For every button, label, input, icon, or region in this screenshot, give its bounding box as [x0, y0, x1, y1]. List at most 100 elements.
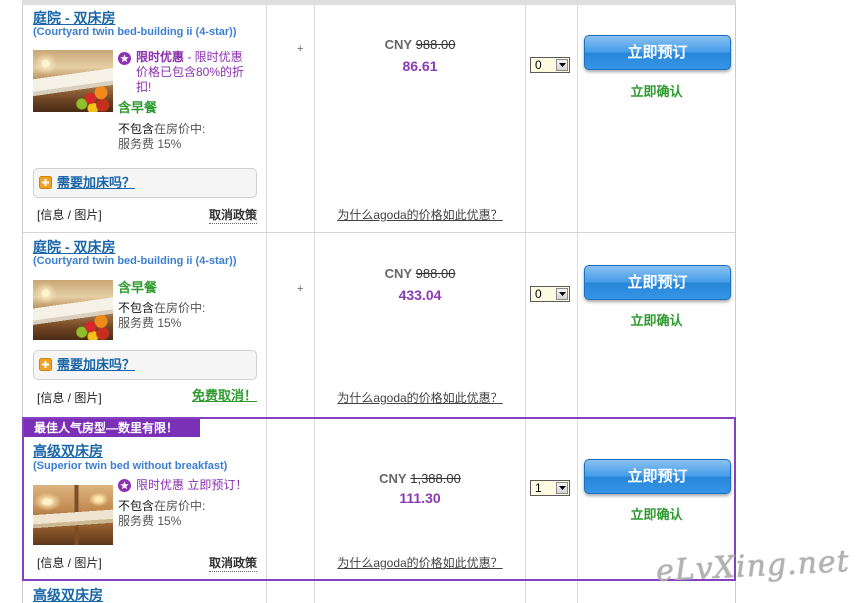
occupancy-plus: +	[297, 283, 304, 295]
promo-detail: 立即预订！	[184, 478, 248, 492]
why-cheap-link-wrap: 为什么agoda的价格如此优惠？	[315, 390, 525, 406]
why-cheap-link[interactable]: 为什么agoda的价格如此优惠？	[337, 556, 502, 570]
cancellation-policy-link[interactable]: 取消政策	[208, 207, 257, 224]
room-title-link[interactable]: 高级双床房	[33, 587, 103, 603]
original-price-value: 1,388.00	[410, 471, 461, 486]
why-cheap-link[interactable]: 为什么agoda的价格如此优惠？	[337, 391, 502, 405]
quantity-select[interactable]: 0	[530, 286, 570, 302]
quantity-value: 1	[535, 481, 542, 495]
occupancy-cell	[266, 581, 314, 603]
room-photo[interactable]	[33, 280, 113, 340]
occupancy-plus: +	[297, 43, 304, 55]
original-price: CNY 988.00	[315, 37, 525, 53]
book-now-button[interactable]: 立即预订	[584, 265, 731, 300]
excluded-label: 不包含	[118, 499, 155, 513]
room-subtitle: (Courtyard twin bed-building ii (4-star)…	[33, 26, 237, 38]
chevron-down-icon[interactable]	[556, 482, 568, 494]
promo-label: 限时优惠	[136, 50, 185, 64]
room-info-cell: 高级双床房 (Superior twin bed without breakfa…	[22, 418, 266, 581]
book-now-button[interactable]: 立即预订	[584, 35, 731, 70]
price-cell: CNY 1,388.00 111.30 为什么agoda的价格如此优惠？	[314, 418, 525, 581]
original-price-value: 988.00	[415, 266, 456, 281]
breakfast-included: 含早餐	[118, 280, 158, 295]
occupancy-cell	[266, 418, 314, 581]
room-title-link[interactable]: 庭院 - 双床房	[33, 239, 115, 255]
service-fee: 服务费 15%	[118, 137, 182, 151]
promo-text: 限时优惠 立即预订！	[136, 478, 264, 493]
plus-square-icon	[39, 358, 52, 371]
quantity-value: 0	[535, 58, 542, 72]
room-subtitle: (Courtyard twin bed-building ii (4-star)…	[33, 255, 237, 267]
room-row: 庭院 - 双床房 (Courtyard twin bed-building ii…	[22, 233, 736, 418]
room-title-link[interactable]: 高级双床房	[33, 443, 103, 459]
quantity-cell	[525, 581, 577, 603]
why-cheap-link-wrap: 为什么agoda的价格如此优惠？	[315, 555, 525, 571]
currency-label: CNY	[384, 37, 413, 52]
excluded-label: 不包含	[118, 122, 155, 136]
room-row: 高级双床房	[22, 581, 736, 603]
cancellation-policy-link[interactable]: 取消政策	[208, 555, 257, 572]
room-subtitle: (Superior twin bed without breakfast)	[33, 460, 228, 472]
excluded-label: 不包含	[118, 301, 155, 315]
chevron-down-icon[interactable]	[556, 59, 568, 71]
price-cell	[314, 581, 525, 603]
extra-bed-link[interactable]: 需要加床吗？	[57, 175, 135, 191]
extra-bed-box: 需要加床吗？	[33, 350, 257, 380]
extra-bed-box: 需要加床吗？	[33, 168, 257, 198]
star-icon	[118, 479, 131, 492]
promo-text: 限时优惠 - 限时优惠价格已包含80%的折扣!	[136, 50, 250, 95]
room-rates-page: 庭院 - 双床房 (Courtyard twin bed-building ii…	[0, 0, 862, 603]
promo-label: 限时优惠	[136, 478, 185, 492]
chevron-down-icon[interactable]	[556, 288, 568, 300]
why-cheap-link-wrap: 为什么agoda的价格如此优惠？	[315, 207, 525, 223]
excluded-text: 在房价中:	[154, 122, 206, 136]
breakfast-included: 含早餐	[118, 100, 158, 115]
booking-cell: 立即预订 立即确认	[577, 5, 736, 232]
discount-price: 111.30	[399, 490, 441, 506]
plus-square-icon	[39, 176, 52, 189]
quantity-value: 0	[535, 287, 542, 301]
info-photos-link[interactable]: [信息 / 图片]	[37, 555, 102, 571]
original-price-value: 988.00	[415, 37, 456, 52]
room-info-cell: 庭院 - 双床房 (Courtyard twin bed-building ii…	[22, 5, 266, 232]
excluded-text: 在房价中:	[154, 301, 206, 315]
instant-confirmation: 立即确认	[630, 507, 683, 522]
star-icon	[118, 52, 131, 65]
service-fee: 服务费 15%	[118, 514, 182, 528]
currency-label: CNY	[384, 266, 413, 281]
room-info-cell: 高级双床房	[22, 581, 266, 603]
discount-price: 433.04	[398, 287, 442, 303]
why-cheap-link[interactable]: 为什么agoda的价格如此优惠？	[337, 208, 502, 222]
room-info-cell: 庭院 - 双床房 (Courtyard twin bed-building ii…	[22, 233, 266, 417]
extra-bed-link[interactable]: 需要加床吗？	[57, 357, 135, 373]
excluded-note: 不包含在房价中:	[118, 499, 205, 514]
quantity-select[interactable]: 0	[530, 57, 570, 73]
room-photo[interactable]	[33, 485, 113, 545]
excluded-text: 在房价中:	[154, 499, 206, 513]
quantity-cell: 1	[525, 418, 577, 581]
booking-cell: 立即预订 立即确认	[577, 233, 736, 417]
room-photo[interactable]	[33, 50, 113, 112]
excluded-note: 不包含在房价中:	[118, 301, 205, 316]
room-title-link[interactable]: 庭院 - 双床房	[33, 10, 115, 26]
quantity-select[interactable]: 1	[530, 480, 570, 496]
room-row: 庭院 - 双床房 (Courtyard twin bed-building ii…	[22, 5, 736, 233]
price-cell: CNY 988.00 86.61 为什么agoda的价格如此优惠？	[314, 5, 525, 232]
book-now-button[interactable]: 立即预订	[584, 459, 731, 494]
featured-banner: 最佳人气房型—数里有限！	[22, 419, 200, 437]
occupancy-cell: +	[266, 233, 314, 417]
featured-room-row: 高级双床房 (Superior twin bed without breakfa…	[22, 418, 736, 581]
instant-confirmation: 立即确认	[630, 313, 683, 328]
free-cancellation-link[interactable]: 免费取消！	[192, 388, 257, 404]
price-cell: CNY 988.00 433.04 为什么agoda的价格如此优惠？	[314, 233, 525, 417]
quantity-cell: 0	[525, 5, 577, 232]
info-photos-link[interactable]: [信息 / 图片]	[37, 390, 102, 406]
discount-price: 86.61	[402, 58, 438, 74]
currency-label: CNY	[379, 471, 407, 486]
info-photos-link[interactable]: [信息 / 图片]	[37, 207, 102, 223]
original-price: CNY 1,388.00	[315, 471, 525, 487]
quantity-cell: 0	[525, 233, 577, 417]
occupancy-cell: +	[266, 5, 314, 232]
original-price: CNY 988.00	[315, 266, 525, 282]
instant-confirmation: 立即确认	[630, 84, 683, 99]
